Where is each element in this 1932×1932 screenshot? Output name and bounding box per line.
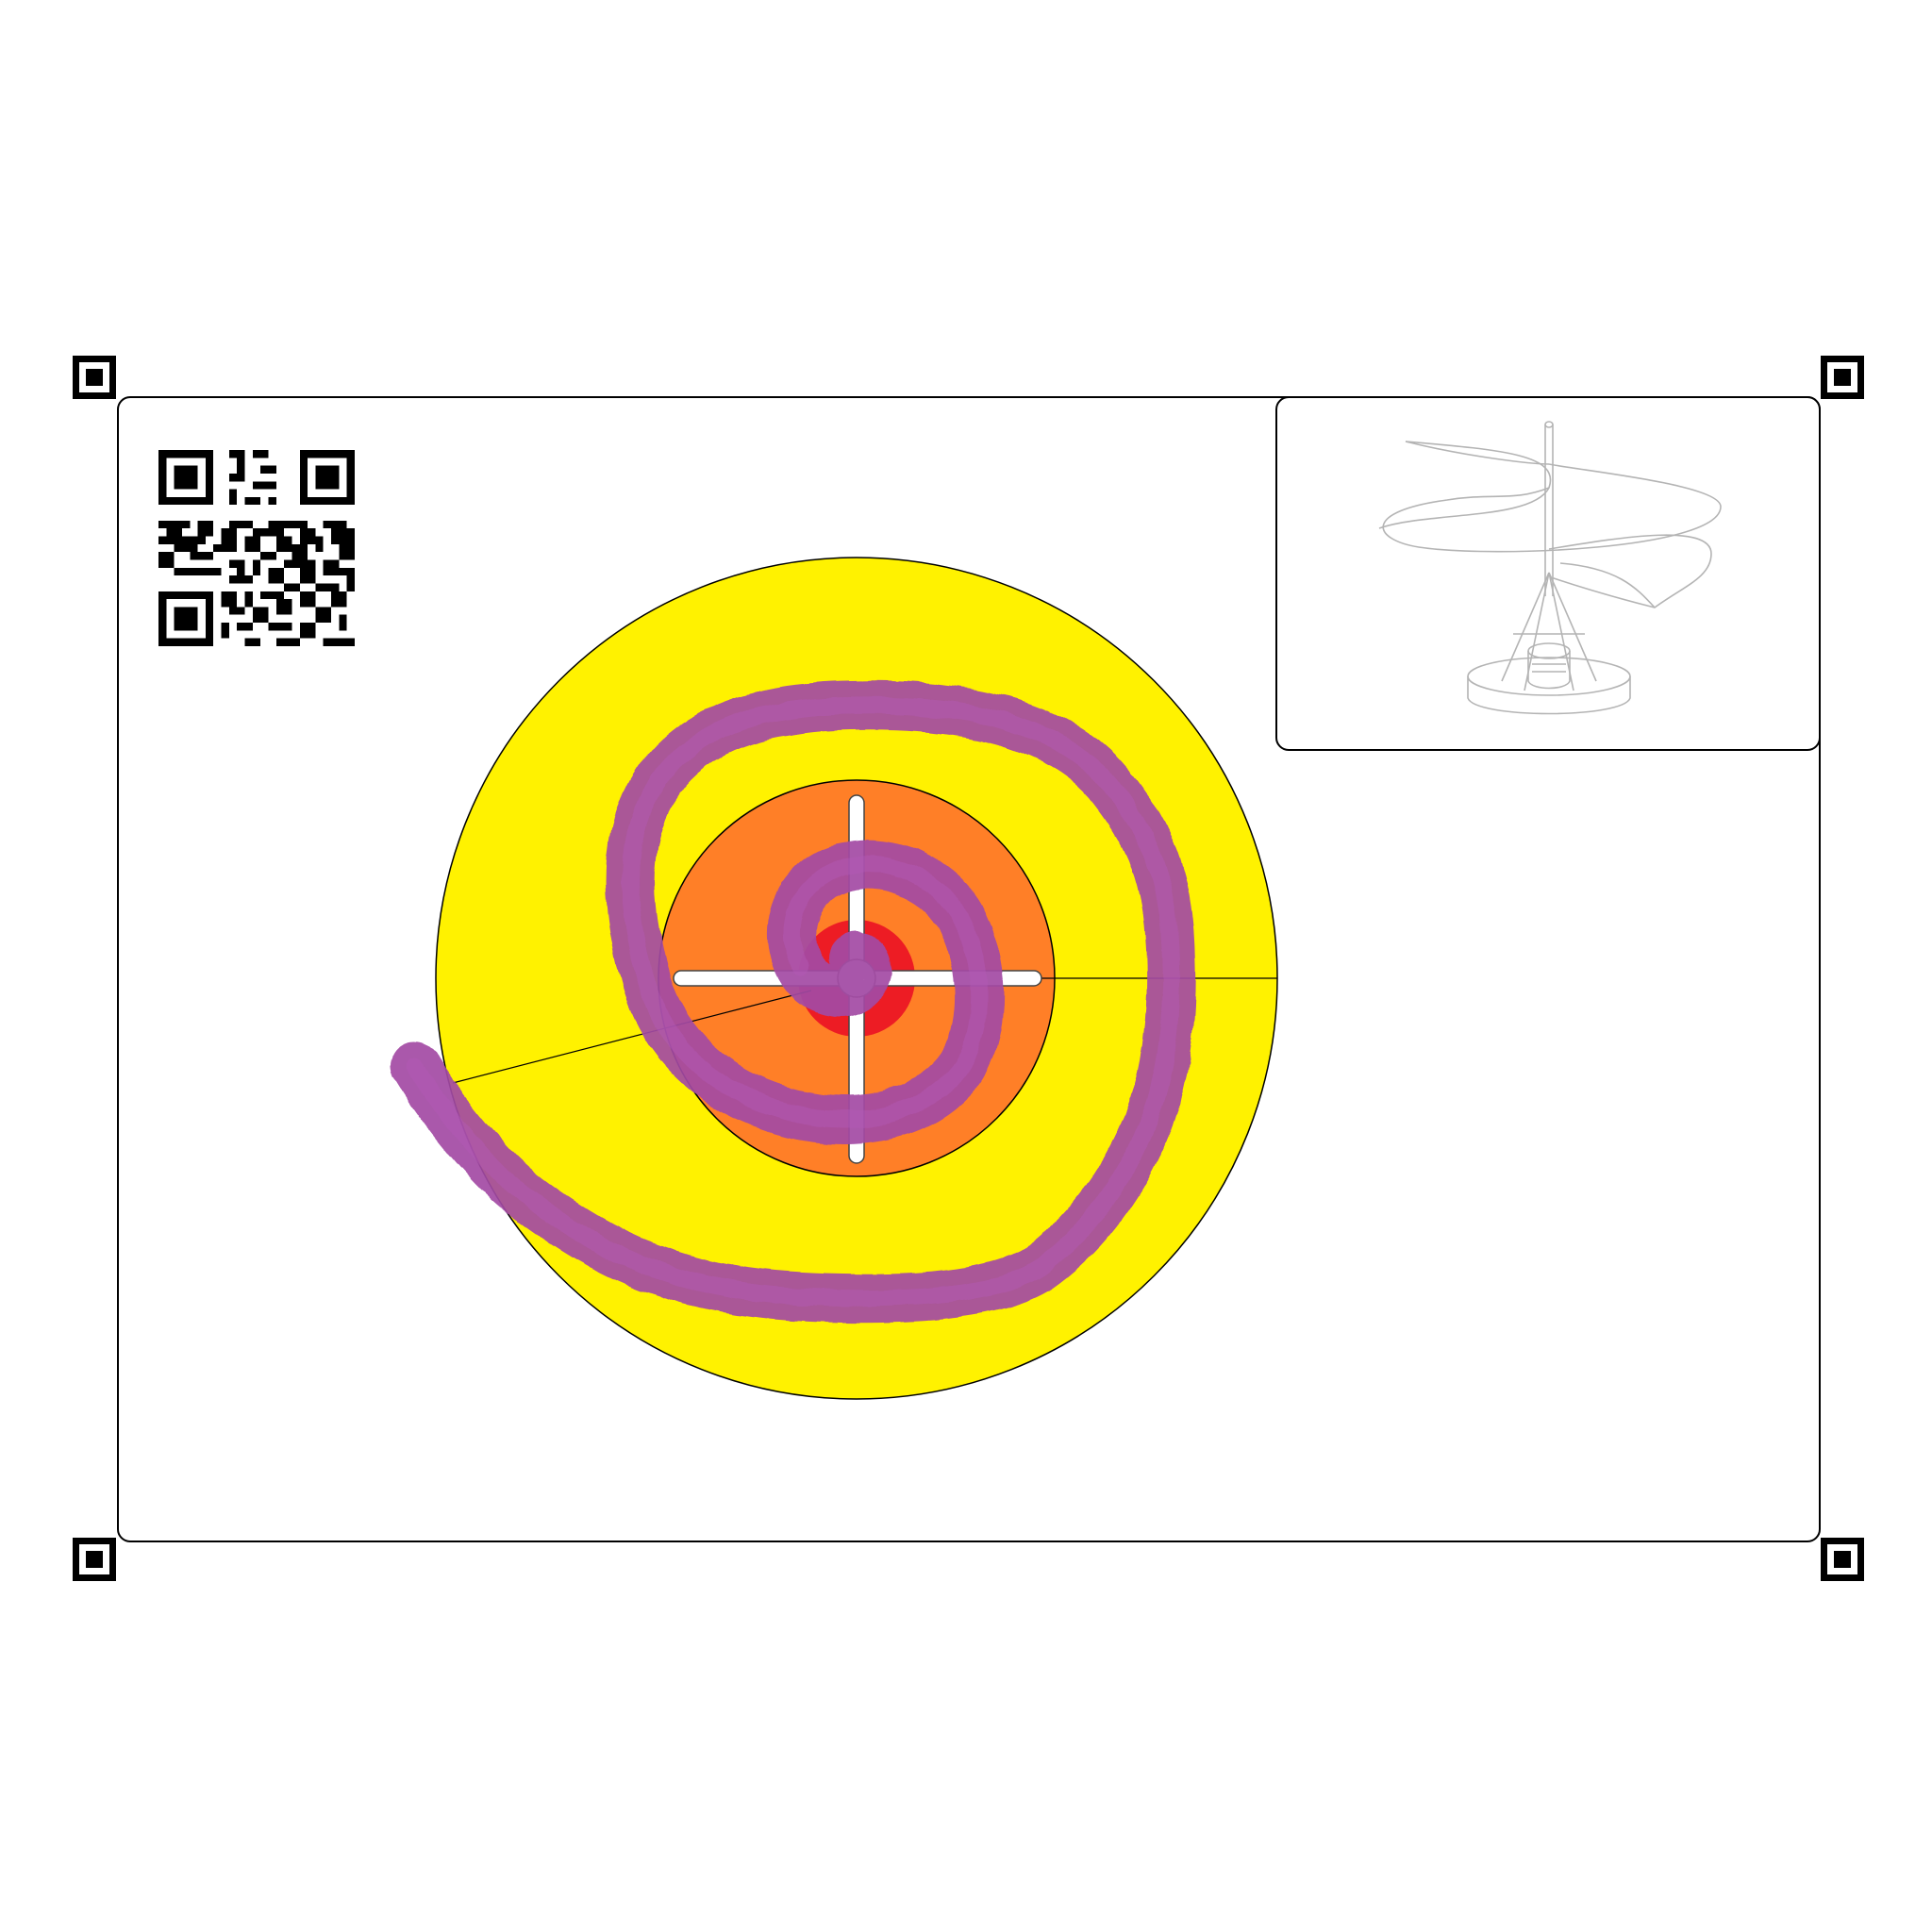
target-drawing[interactable] (0, 0, 1932, 1932)
